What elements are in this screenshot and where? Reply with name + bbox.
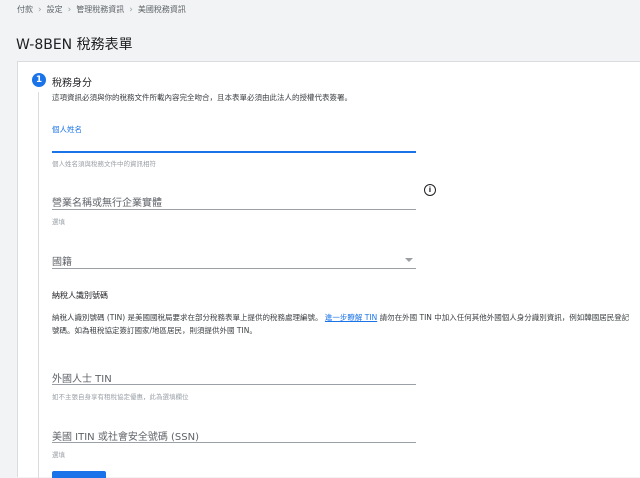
- business-name-underline: [52, 209, 416, 210]
- breadcrumb: 付款 › 設定 › 管理稅務資訊 › 美國稅務資訊: [17, 4, 186, 15]
- breadcrumb-us-tax-info: 美國稅務資訊: [137, 5, 186, 14]
- tin-description: 納稅人識別號碼 (TIN) 是美國國稅局要求在部分稅務表單上提供的稅務處理編號。…: [52, 311, 632, 337]
- name-field-label: 個人姓名: [52, 125, 82, 134]
- learn-more-tin-link[interactable]: 進一步瞭解 TIN: [325, 313, 377, 322]
- section-description: 這項資訊必須與你的稅務文件所載內容完全吻合，且本表單必須由此法人的授權代表簽署。: [52, 93, 352, 102]
- name-field[interactable]: [52, 136, 416, 150]
- step-number-badge: 1: [32, 73, 46, 87]
- breadcrumb-manage-tax-info[interactable]: 管理稅務資訊: [76, 4, 124, 15]
- page-title: W-8BEN 稅務表單: [16, 37, 133, 53]
- business-name-helper: 選填: [52, 218, 65, 226]
- country-select-underline: [52, 268, 416, 269]
- breadcrumb-separator: ›: [67, 4, 72, 15]
- name-field-helper: 個人姓名須與稅務文件中的資訊相符: [52, 160, 156, 168]
- us-itin-ssn-helper: 選填: [52, 451, 65, 459]
- section-title: 稅務身分: [52, 78, 92, 89]
- us-itin-ssn-underline: [52, 442, 416, 443]
- info-icon[interactable]: i: [424, 184, 436, 196]
- tin-heading: 納稅人識別號碼: [52, 291, 108, 300]
- step-rail: [38, 92, 39, 478]
- foreign-tin-field[interactable]: 外國人士 TIN: [52, 370, 112, 385]
- foreign-tin-underline: [52, 384, 416, 385]
- tin-description-text: 納稅人識別號碼 (TIN) 是美國國稅局要求在部分稅務表單上提供的稅務處理編號。: [52, 313, 323, 322]
- us-itin-ssn-field[interactable]: 美國 ITIN 或社會安全號碼 (SSN): [52, 428, 199, 443]
- country-select[interactable]: 國籍: [52, 253, 72, 268]
- foreign-tin-helper: 如不主張自身享有租稅協定優惠，此為選填欄位: [52, 393, 189, 401]
- chevron-down-icon[interactable]: [405, 258, 413, 262]
- breadcrumb-settings[interactable]: 設定: [47, 4, 63, 15]
- breadcrumb-payments[interactable]: 付款: [17, 4, 33, 15]
- breadcrumb-separator: ›: [129, 4, 133, 15]
- breadcrumb-separator: ›: [38, 4, 42, 15]
- name-field-underline: [52, 151, 416, 153]
- business-name-field[interactable]: 營業名稱或無行企業實體: [52, 194, 162, 209]
- tax-form-card: 1 稅務身分 這項資訊必須與你的稅務文件所載內容完全吻合，且本表單必須由此法人的…: [17, 61, 640, 478]
